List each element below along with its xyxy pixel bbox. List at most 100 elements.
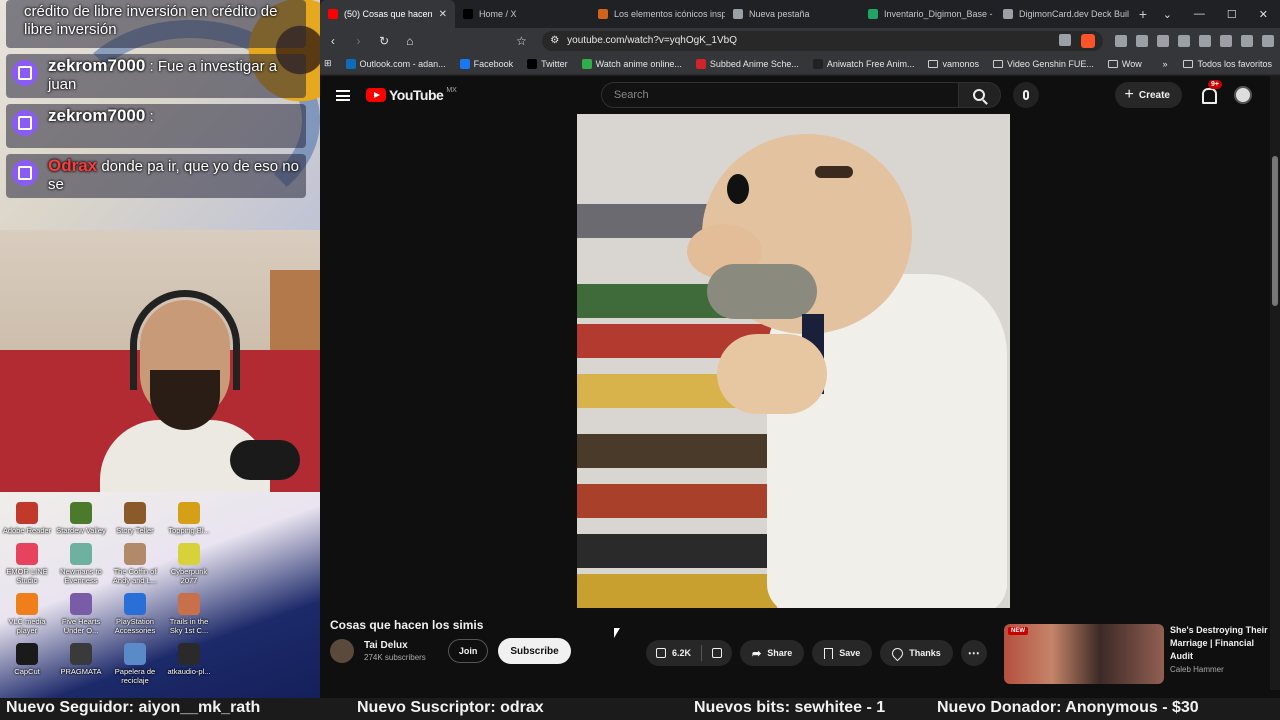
extension-icon[interactable] <box>1220 34 1232 47</box>
more-bookmarks-icon[interactable]: » <box>1162 59 1167 69</box>
cast-icon[interactable] <box>1058 33 1071 46</box>
apps-icon[interactable]: ⊞ <box>324 58 332 69</box>
recommended-video[interactable]: NEW She's Destroying Their Marriage | Fi… <box>1004 624 1280 688</box>
home-icon[interactable]: ⌂ <box>403 34 417 48</box>
more-actions-button[interactable]: ⋯ <box>960 640 987 666</box>
search-button[interactable] <box>958 82 1001 108</box>
maximize-button[interactable]: ☐ <box>1227 8 1237 21</box>
like-button[interactable]: 6.2K <box>646 640 701 666</box>
bookmark-item[interactable]: Outlook.com - adan... <box>345 58 446 69</box>
bookmark-item[interactable]: Aniwatch Free Anim... <box>812 58 914 69</box>
bookmark-item[interactable]: Twitter <box>527 58 568 69</box>
url-bar[interactable]: ⚙ youtube.com/watch?v=yqhOgK_1VbQ <box>542 30 1103 51</box>
bookmark-folder[interactable]: Wow <box>1107 59 1142 69</box>
dislike-button[interactable] <box>702 640 732 666</box>
browser-tab[interactable]: Home / X <box>455 0 590 28</box>
thanks-button[interactable]: Thanks <box>880 640 953 666</box>
bookmark-favicon-icon <box>527 58 538 69</box>
desktop-shortcut[interactable]: Stardew Valley <box>56 502 106 535</box>
desktop-shortcut[interactable]: PRAGMATA <box>56 643 106 685</box>
app-icon <box>16 643 38 665</box>
account-avatar[interactable] <box>1234 86 1252 104</box>
desktop-shortcut[interactable]: EMOR LINE Studio <box>2 543 52 585</box>
desktop-shortcut[interactable]: Trails in the Sky 1st C... <box>164 593 214 635</box>
tab-label: (50) Cosas que hacen <box>344 9 433 19</box>
minimize-button[interactable]: — <box>1194 8 1205 21</box>
bookmark-favicon-icon <box>695 58 706 69</box>
close-tab-icon[interactable]: ✕ <box>439 9 447 20</box>
share-button[interactable]: ➦ Share <box>740 640 805 666</box>
tab-search-icon[interactable]: ⌄ <box>1163 8 1172 21</box>
scrollbar[interactable] <box>1270 76 1280 690</box>
desktop-shortcut[interactable]: VLC media player <box>2 593 52 635</box>
desktop-shortcut[interactable]: Cyberpunk 2077 <box>164 543 214 585</box>
app-icon <box>16 502 38 524</box>
app-icon <box>124 502 146 524</box>
menu-icon[interactable] <box>336 89 350 101</box>
browser-tab[interactable]: DigimonCard.dev Deck Buil <box>995 0 1130 28</box>
desktop-shortcut[interactable]: Five Hearts Under O... <box>56 593 106 635</box>
desktop-shortcut-label: Stardew Valley <box>56 526 106 535</box>
back-icon[interactable]: ‹ <box>326 34 340 48</box>
channel-avatar[interactable] <box>330 639 354 663</box>
brave-shield-icon[interactable] <box>1080 33 1095 48</box>
recommended-title[interactable]: She's Destroying Their Marriage | Financ… <box>1170 624 1270 663</box>
desktop-shortcut-label: Adobe Reader <box>2 526 52 535</box>
chat-username: zekrom7000 <box>48 56 146 75</box>
twitch-icon <box>12 60 38 86</box>
extension-icon[interactable] <box>1136 34 1148 47</box>
chat-message: Odrax donde pa ir, que yo de eso no se <box>6 154 306 198</box>
extensions-bar <box>1115 34 1274 47</box>
new-tab-button[interactable]: + <box>1130 6 1156 22</box>
site-info-icon[interactable]: ⚙ <box>550 35 559 46</box>
desktop-shortcut[interactable]: atkaudio-pl... <box>164 643 214 685</box>
extension-icon[interactable] <box>1115 34 1127 47</box>
video-player[interactable] <box>577 114 1010 608</box>
desktop-shortcut[interactable]: Papelera de reciclaje <box>110 643 160 685</box>
notifications-button[interactable]: 9+ <box>1200 80 1222 104</box>
reload-icon[interactable]: ↻ <box>377 34 391 48</box>
bookmark-item[interactable]: Facebook <box>459 58 513 69</box>
browser-tab[interactable]: Nueva pestaña <box>725 0 860 28</box>
youtube-logo[interactable]: YouTube MX <box>366 87 457 103</box>
save-button[interactable]: Save <box>812 640 873 666</box>
voice-search-button[interactable] <box>1012 82 1039 108</box>
desktop-shortcut-label: PlayStation Accessories <box>114 617 156 635</box>
desktop-shortcut[interactable]: Adobe Reader <box>2 502 52 535</box>
subscribe-button[interactable]: Subscribe <box>498 638 571 664</box>
app-icon <box>178 543 200 565</box>
bookmark-icon[interactable]: ☆ <box>515 34 529 48</box>
desktop-shortcut[interactable]: CapCut <box>2 643 52 685</box>
extension-icon[interactable] <box>1157 34 1169 47</box>
desktop-shortcut[interactable]: PlayStation Accessories <box>110 593 160 635</box>
extension-icon[interactable] <box>1199 34 1211 47</box>
extension-icon[interactable] <box>1178 34 1190 47</box>
close-window-button[interactable]: ✕ <box>1259 8 1268 21</box>
bookmark-folder[interactable]: Video Genshin FUE... <box>993 59 1094 69</box>
all-bookmarks-folder[interactable]: Todos los favoritos <box>1183 59 1272 69</box>
channel-name[interactable]: Tai Delux <box>364 640 426 651</box>
desktop-shortcut[interactable]: Topping Bl... <box>164 502 214 535</box>
join-button[interactable]: Join <box>447 639 489 663</box>
folder-icon <box>928 59 939 68</box>
desktop-shortcut[interactable]: Newmans to Evenness <box>56 543 106 585</box>
twitch-icon <box>12 160 38 186</box>
bookmark-item[interactable]: Watch anime online... <box>581 58 682 69</box>
create-button[interactable]: + Create <box>1114 82 1182 108</box>
desktop-shortcut[interactable]: The Coffin of Andy and L... <box>110 543 160 585</box>
recommended-thumbnail[interactable]: NEW <box>1004 624 1164 684</box>
bookmarks-bar: ⊞ Outlook.com - adan... Facebook Twitter Wa… <box>320 53 1280 75</box>
scrollbar-thumb[interactable] <box>1272 156 1278 306</box>
bookmark-folder[interactable]: vamonos <box>928 59 979 69</box>
extension-icon[interactable] <box>1241 34 1253 47</box>
browser-tab[interactable]: Los elementos icónicos insp <box>590 0 725 28</box>
chat-text: : <box>149 108 154 125</box>
menu-icon[interactable] <box>1262 34 1274 47</box>
search-input[interactable]: Search <box>600 82 959 108</box>
browser-tab[interactable]: (50) Cosas que hacen ✕ <box>320 0 455 28</box>
bookmark-item[interactable]: Subbed Anime Sche... <box>695 58 799 69</box>
browser-tab[interactable]: Inventario_Digimon_Base - <box>860 0 995 28</box>
desktop-shortcut[interactable]: Story Teller <box>110 502 160 535</box>
forward-icon[interactable]: › <box>352 34 366 48</box>
recommended-channel[interactable]: Caleb Hammer <box>1170 665 1270 674</box>
